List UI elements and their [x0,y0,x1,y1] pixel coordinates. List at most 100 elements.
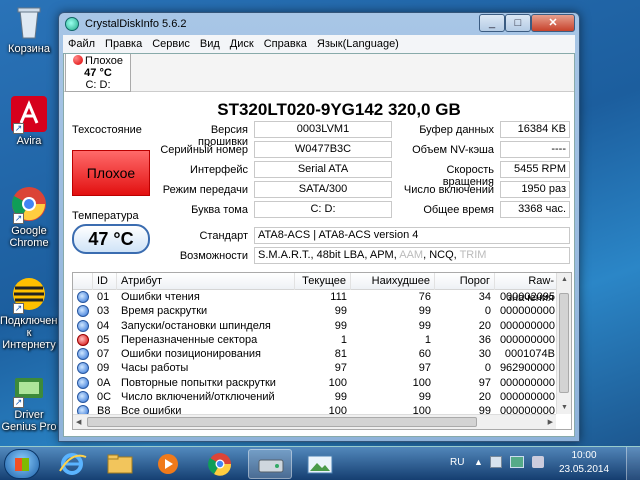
taskbar-photo-viewer[interactable] [298,449,342,479]
column-header-threshold[interactable]: Порог [435,273,495,290]
scroll-up-icon[interactable]: ▲ [561,276,568,283]
taskbar: RU ▲ 10:00 23.05.2014 [0,446,640,480]
menu-disk[interactable]: Диск [225,35,259,53]
cell-attribute: Переназначенные сектора [121,333,258,346]
temperature-badge[interactable]: 47 °C [72,224,150,254]
desktop-icon-avira[interactable]: ↗ Avira [0,96,58,147]
cell-worst: 99 [418,319,431,332]
start-button[interactable] [4,449,40,479]
menu-language[interactable]: Язык(Language) [312,35,404,53]
column-header-id[interactable]: ID [93,273,117,290]
cell-id: 0A [97,376,111,389]
field-label: Общее время [423,204,494,216]
cell-threshold: 20 [478,391,491,404]
folder-icon [107,454,133,474]
taskbar-chrome[interactable] [198,449,242,479]
chrome-icon: ↗ [11,186,47,224]
cell-worst: 76 [418,291,431,303]
scroll-thumb[interactable] [559,293,569,393]
horizontal-scrollbar[interactable]: ◀ ▶ [73,414,556,429]
maximize-button[interactable]: □ [505,14,531,32]
cell-raw: 000000000 [499,376,555,389]
show-desktop-button[interactable] [626,447,640,480]
vertical-scrollbar[interactable]: ▲ ▼ [556,273,571,414]
column-header-worst[interactable]: Наихудшее [351,273,435,290]
show-hidden-icons-icon[interactable]: ▲ [474,457,483,467]
desktop-icon-internet[interactable]: ↗ Подключение к Интернету [0,276,70,351]
good-status-icon [77,391,89,404]
cell-current: 99 [334,319,347,332]
drive-tab-temp: 47 °C [84,67,112,79]
desktop-icon-label: Подключение к Интернету [0,315,70,351]
cell-raw: 000000000 [499,391,555,404]
cell-worst: 1 [424,333,431,346]
menu-view[interactable]: Вид [195,35,225,53]
column-header-attribute[interactable]: Атрибут [117,273,295,290]
taskbar-ie[interactable] [50,449,94,479]
clock-date[interactable]: 23.05.2014 [552,464,616,475]
title-bar[interactable]: CrystalDiskInfo 5.6.2 _ □ ✕ [59,13,579,35]
table-row[interactable]: 0C Число включений/отключений 99 99 20 000000… [73,390,571,404]
desktop-icon-recycle-bin[interactable]: Корзина [0,4,58,55]
features-label: Возможности [179,250,248,262]
good-status-icon [77,319,89,332]
shortcut-arrow-icon: ↗ [13,397,24,408]
smart-table: ID Атрибут Текущее Наихудшее Порог Raw-з… [72,272,572,430]
cell-threshold: 34 [478,291,491,303]
field-label: Режим передачи [162,184,248,196]
cell-current: 99 [334,391,347,404]
cell-threshold: 20 [478,319,491,332]
menu-service[interactable]: Сервис [147,35,195,53]
buffer-value: 16384 KB [500,121,570,138]
driver-genius-icon: ↗ [11,370,47,408]
drive-model: ST320LT020-9YG142 320,0 GB [217,100,461,119]
cell-attribute: Повторные попытки раскрутки [121,376,276,389]
health-status-badge[interactable]: Плохое [72,150,150,196]
table-row[interactable]: 05 Переназначенные сектора 1 1 36 000000000 [73,333,571,347]
bad-status-icon [77,333,89,346]
menu-help[interactable]: Справка [259,35,312,53]
table-row[interactable]: 04 Запуски/остановки шпинделя 99 99 20 000000… [73,319,571,333]
taskbar-explorer[interactable] [98,449,142,479]
cell-current: 97 [334,362,347,375]
action-center-icon[interactable] [490,456,502,468]
close-button[interactable]: ✕ [531,14,575,32]
temperature-label: Температура [72,210,139,222]
column-header-current[interactable]: Текущее [295,273,351,290]
good-status-icon [77,362,89,375]
minimize-button[interactable]: _ [479,14,505,32]
cell-threshold: 36 [478,333,491,346]
clock-time[interactable]: 10:00 [552,450,616,461]
menu-edit[interactable]: Правка [100,35,147,53]
network-icon[interactable] [510,456,524,468]
menu-file[interactable]: Файл [63,35,100,53]
rotation-speed-value: 5455 RPM [500,161,570,178]
taskbar-crystaldiskinfo[interactable] [248,449,292,479]
table-row[interactable]: 03 Время раскрутки 99 99 0 000000000 [73,304,571,318]
table-row[interactable]: 01 Ошибки чтения 111 76 34 000002095 [73,290,571,304]
desktop-icon-driver-genius[interactable]: ↗ Driver Genius Pro [0,370,58,433]
volume-icon[interactable] [532,456,544,468]
field-label: Число включений [403,184,494,196]
column-header-status[interactable] [73,273,93,290]
language-indicator[interactable]: RU [450,457,464,468]
table-row[interactable]: 07 Ошибки позиционирования 81 60 30 0001074B [73,347,571,361]
drive-tab[interactable]: Плохое 47 °C C: D: [65,54,131,92]
media-player-icon [158,454,178,474]
taskbar-media-player[interactable] [146,449,190,479]
column-header-raw[interactable]: Raw-значения [495,273,559,304]
cell-threshold: 0 [484,305,491,318]
scroll-left-icon[interactable]: ◀ [76,418,81,426]
standard-value: ATA8-ACS | ATA8-ACS version 4 [254,227,570,244]
cell-attribute: Запуски/остановки шпинделя [121,319,271,332]
scroll-down-icon[interactable]: ▼ [561,404,568,411]
table-row[interactable]: 0A Повторные попытки раскрутки 100 100 97 000… [73,376,571,390]
cell-id: 01 [97,291,110,303]
scroll-right-icon[interactable]: ▶ [548,418,553,426]
table-row[interactable]: 09 Часы работы 97 97 0 962900000 [73,361,571,375]
scroll-thumb[interactable] [87,417,477,427]
recycle-bin-icon [11,4,47,40]
desktop-icon-chrome[interactable]: ↗ Google Chrome [0,186,58,249]
shortcut-arrow-icon: ↗ [13,213,24,224]
drive-tab-status: Плохое [84,55,124,67]
